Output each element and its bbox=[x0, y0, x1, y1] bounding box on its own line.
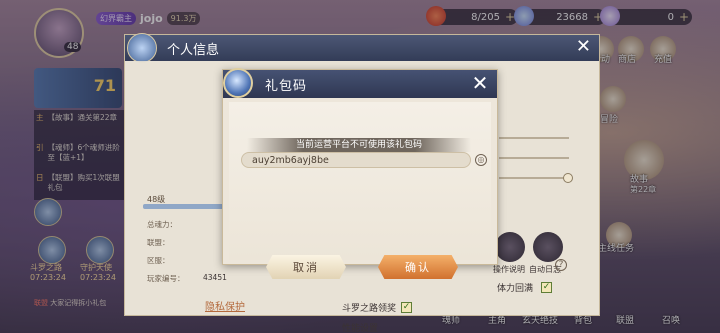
setting-slider[interactable] bbox=[499, 173, 573, 183]
setting-stamina-checkbox[interactable]: ✓ bbox=[541, 282, 552, 293]
setting-road-label: 斗罗之路领奖 bbox=[342, 304, 397, 314]
player-id-value: 43451 bbox=[203, 273, 227, 282]
gift-badge-icon bbox=[223, 68, 253, 98]
gift-code-header: 礼包码 ✕ bbox=[223, 68, 497, 98]
setting-stamina-label: 体力回满 bbox=[497, 284, 534, 294]
server-label: 区服： bbox=[147, 256, 170, 265]
privacy-link[interactable]: 隐私保护 bbox=[205, 298, 245, 313]
alliance-label: 联盟： bbox=[147, 238, 170, 247]
gift-code-input[interactable] bbox=[241, 152, 471, 168]
setting-slider[interactable] bbox=[499, 157, 569, 159]
player-id-label: 玩家编号： bbox=[147, 274, 185, 283]
setting-road-checkbox[interactable]: ✓ bbox=[401, 302, 412, 313]
info-badge-icon bbox=[127, 33, 157, 63]
gift-code-close-button[interactable]: ✕ bbox=[469, 72, 491, 94]
guide-icon[interactable] bbox=[495, 232, 525, 262]
gift-code-dialog: 礼包码 ✕ 当前运营平台不可使用该礼包码 ◎ 取消 确认 bbox=[222, 68, 498, 279]
log-book-icon[interactable] bbox=[533, 232, 563, 262]
confirm-button[interactable]: 确认 bbox=[378, 255, 458, 279]
help-icon[interactable]: ? bbox=[555, 259, 567, 271]
personal-info-title: 个人信息 bbox=[167, 43, 220, 58]
setting-slider[interactable] bbox=[499, 137, 569, 139]
slider-knob[interactable] bbox=[563, 173, 573, 183]
gift-code-body: 当前运营平台不可使用该礼包码 ◎ 取消 确认 bbox=[229, 102, 491, 279]
personal-info-close-button[interactable]: ✕ bbox=[576, 37, 591, 57]
performance-settings-label[interactable]: 性能设置 bbox=[342, 321, 378, 333]
paste-icon[interactable]: ◎ bbox=[475, 154, 487, 166]
personal-info-header: 个人信息 ✕ bbox=[125, 33, 599, 63]
gift-code-title: 礼包码 bbox=[265, 79, 308, 94]
guide-label: 操作说明 bbox=[493, 265, 525, 274]
platform-notice: 当前运营平台不可使用该礼包码 bbox=[247, 138, 471, 152]
cancel-button[interactable]: 取消 bbox=[266, 255, 346, 279]
total-power-label: 总魂力： bbox=[147, 220, 177, 229]
